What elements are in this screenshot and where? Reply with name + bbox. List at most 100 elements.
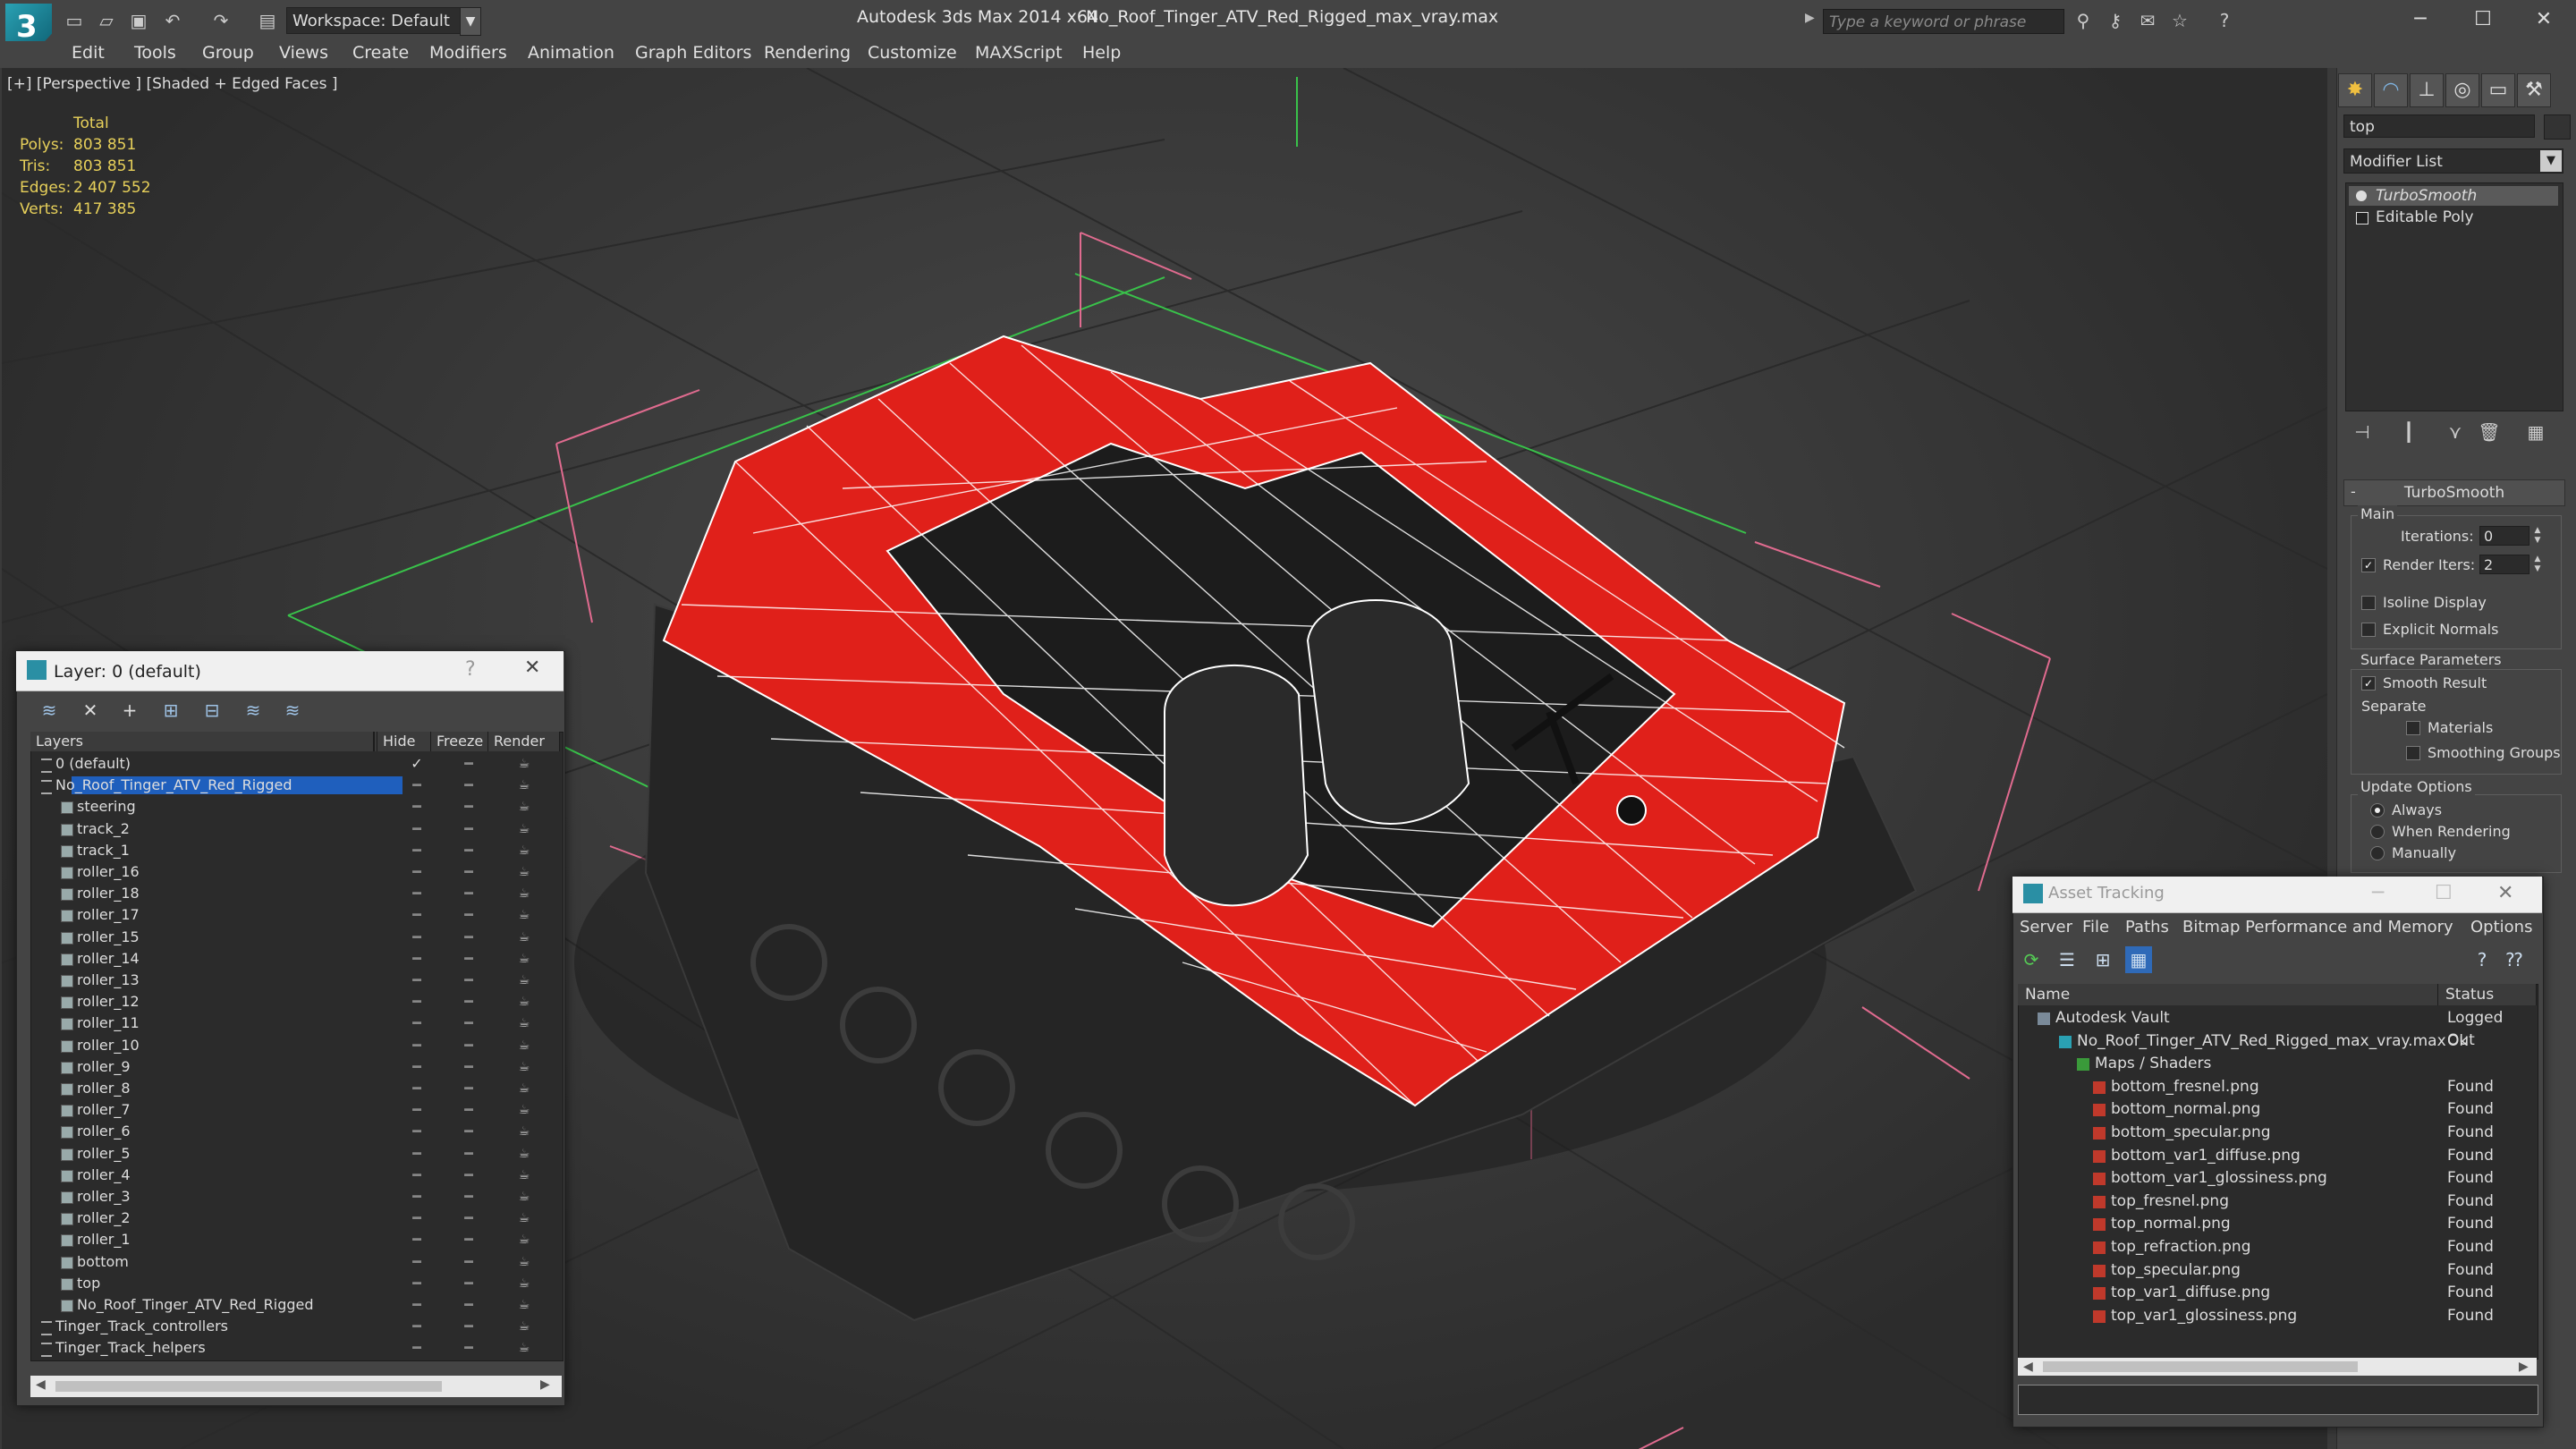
hide-toggle-icon[interactable]: ━ (408, 1316, 426, 1337)
asset-row[interactable]: top_fresnel.png Found (2020, 1191, 2535, 1214)
update-manually-radio[interactable] (2370, 846, 2385, 860)
spinner-arrows-icon[interactable]: ▲ ▼ (2531, 555, 2544, 574)
maximize-icon[interactable]: ☐ (2456, 4, 2510, 36)
freeze-toggle-icon[interactable]: ━ (460, 948, 478, 970)
update-always-radio[interactable] (2370, 803, 2385, 818)
hide-toggle-icon[interactable]: ━ (408, 1143, 426, 1165)
refresh-icon[interactable]: ⟳ (2018, 946, 2045, 973)
render-teapot-icon[interactable]: ☕ (515, 1294, 533, 1316)
workspace-dropdown[interactable]: Workspace: Default (286, 7, 478, 34)
scroll-right-icon[interactable]: ▶ (2519, 1360, 2529, 1374)
object-row[interactable]: roller_4 ━ ━ ☕ (32, 1165, 560, 1186)
asset-row[interactable]: bottom_fresnel.png Found (2020, 1076, 2535, 1099)
object-row[interactable]: roller_2 ━ ━ ☕ (32, 1208, 560, 1229)
object-row[interactable]: roller_8 ━ ━ ☕ (32, 1078, 560, 1099)
render-teapot-icon[interactable]: ☕ (515, 991, 533, 1013)
freeze-toggle-icon[interactable]: ━ (460, 861, 478, 883)
create-tab-icon[interactable]: ✸ (2338, 73, 2372, 107)
hide-toggle-icon[interactable]: ━ (408, 1035, 426, 1056)
column-header-freeze[interactable]: Freeze (431, 732, 488, 751)
object-row[interactable]: roller_15 ━ ━ ☕ (32, 927, 560, 948)
object-row[interactable]: roller_6 ━ ━ ☕ (32, 1121, 560, 1142)
hide-toggle-icon[interactable]: ━ (408, 1121, 426, 1142)
asset-path-field[interactable] (2018, 1385, 2538, 1415)
binoculars-icon[interactable]: ⚲ (2072, 9, 2095, 32)
close-icon[interactable]: ✕ (524, 657, 540, 679)
render-teapot-icon[interactable]: ☕ (515, 1121, 533, 1142)
minimize-icon[interactable]: ─ (2394, 4, 2447, 36)
communication-icon[interactable]: ✉ (2136, 9, 2159, 32)
object-row[interactable]: roller_9 ━ ━ ☕ (32, 1056, 560, 1078)
menu-group[interactable]: Group (202, 43, 254, 63)
render-teapot-icon[interactable]: ☕ (515, 948, 533, 970)
asset-row[interactable]: Autodesk Vault Logged Out (2020, 1007, 2535, 1049)
modifier-list-dropdown[interactable]: Modifier List (2343, 148, 2563, 174)
freeze-toggle-icon[interactable]: ━ (460, 840, 478, 861)
object-row[interactable]: roller_18 ━ ━ ☕ (32, 883, 560, 904)
object-row[interactable]: roller_14 ━ ━ ☕ (32, 948, 560, 970)
undo-icon[interactable]: ↶ (161, 9, 184, 32)
chevron-down-icon[interactable]: ▼ (2540, 150, 2562, 172)
hide-toggle-icon[interactable]: ━ (408, 1186, 426, 1208)
asset-menu-file[interactable]: File (2082, 918, 2109, 936)
render-teapot-icon[interactable]: ☕ (515, 840, 533, 861)
hide-toggle-icon[interactable]: ━ (408, 818, 426, 840)
asset-row[interactable]: No_Roof_Tinger_ATV_Red_Rigged_max_vray.m… (2020, 1030, 2535, 1054)
freeze-toggle-icon[interactable]: ━ (460, 1013, 478, 1034)
render-teapot-icon[interactable]: ☕ (515, 1229, 533, 1250)
turbosmooth-rollout-header[interactable]: TurboSmooth (2343, 479, 2565, 506)
hide-all-layers-icon[interactable]: ≋ (240, 698, 267, 723)
render-teapot-icon[interactable]: ☕ (515, 1035, 533, 1056)
stack-item-turbosmooth[interactable]: TurboSmooth (2349, 186, 2558, 206)
freeze-toggle-icon[interactable]: ━ (460, 991, 478, 1013)
expand-icon[interactable] (2356, 212, 2368, 225)
scroll-left-icon[interactable]: ◀ (36, 1377, 46, 1392)
object-row[interactable]: roller_5 ━ ━ ☕ (32, 1143, 560, 1165)
asset-row[interactable]: bottom_var1_glossiness.png Found (2020, 1167, 2535, 1191)
pin-stack-icon[interactable]: ⊣ (2347, 419, 2377, 445)
close-icon[interactable]: ✕ (2517, 4, 2571, 36)
smoothing-groups-checkbox[interactable] (2406, 746, 2420, 760)
freeze-toggle-icon[interactable]: ━ (460, 818, 478, 840)
current-layer-check-icon[interactable]: ✓ (408, 753, 426, 775)
object-name-field[interactable]: top (2343, 114, 2535, 138)
hierarchy-tab-icon[interactable]: ⊥ (2410, 73, 2444, 107)
render-teapot-icon[interactable]: ☕ (515, 1143, 533, 1165)
object-row[interactable]: roller_13 ━ ━ ☕ (32, 970, 560, 991)
favorites-icon[interactable]: ☆ (2168, 9, 2191, 32)
asset-row[interactable]: top_refraction.png Found (2020, 1236, 2535, 1259)
hide-toggle-icon[interactable]: ━ (408, 840, 426, 861)
iterations-spinner[interactable]: 0 (2479, 526, 2529, 546)
freeze-toggle-icon[interactable]: ━ (460, 1316, 478, 1337)
layer-row[interactable]: Tinger_Track_controllers ━ ━ ☕ (32, 1316, 560, 1337)
key-icon[interactable]: ⚷ (2104, 9, 2127, 32)
add-to-layer-icon[interactable]: + (116, 698, 143, 723)
freeze-all-layers-icon[interactable]: ≋ (279, 698, 306, 723)
asset-menu-paths[interactable]: Paths (2125, 918, 2169, 936)
render-teapot-icon[interactable]: ☕ (515, 1056, 533, 1078)
freeze-toggle-icon[interactable]: ━ (460, 1251, 478, 1273)
object-row[interactable]: roller_12 ━ ━ ☕ (32, 991, 560, 1013)
isoline-display-checkbox[interactable] (2361, 596, 2376, 610)
maximize-icon[interactable]: ☐ (2435, 882, 2453, 904)
tree-view-icon[interactable]: ⊞ (2089, 946, 2116, 973)
layer-row[interactable]: No_Roof_Tinger_ATV_Red_Rigged ━ ━ ☕ (32, 775, 560, 796)
spinner-arrows-icon[interactable]: ▲ ▼ (2531, 526, 2544, 546)
object-row[interactable]: roller_7 ━ ━ ☕ (32, 1099, 560, 1121)
chevron-down-icon[interactable]: ▼ (460, 7, 481, 36)
hide-toggle-icon[interactable]: ━ (408, 991, 426, 1013)
configure-sets-icon[interactable]: ▦ (2521, 419, 2551, 445)
object-row[interactable]: steering ━ ━ ☕ (32, 796, 560, 818)
remove-modifier-icon[interactable]: 🗑 (2474, 419, 2504, 445)
freeze-toggle-icon[interactable]: ━ (460, 1337, 478, 1359)
menu-animation[interactable]: Animation (528, 43, 614, 63)
select-objects-icon[interactable]: ⊞ (157, 698, 184, 723)
menu-modifiers[interactable]: Modifiers (429, 43, 507, 63)
object-row[interactable]: track_2 ━ ━ ☕ (32, 818, 560, 840)
display-tab-icon[interactable]: ▭ (2481, 73, 2515, 107)
search-input[interactable]: Type a keyword or phrase (1823, 9, 2064, 34)
hide-toggle-icon[interactable]: ━ (408, 883, 426, 904)
show-end-result-icon[interactable]: ┃ (2394, 419, 2424, 445)
freeze-toggle-icon[interactable]: ━ (460, 970, 478, 991)
menu-views[interactable]: Views (279, 43, 328, 63)
